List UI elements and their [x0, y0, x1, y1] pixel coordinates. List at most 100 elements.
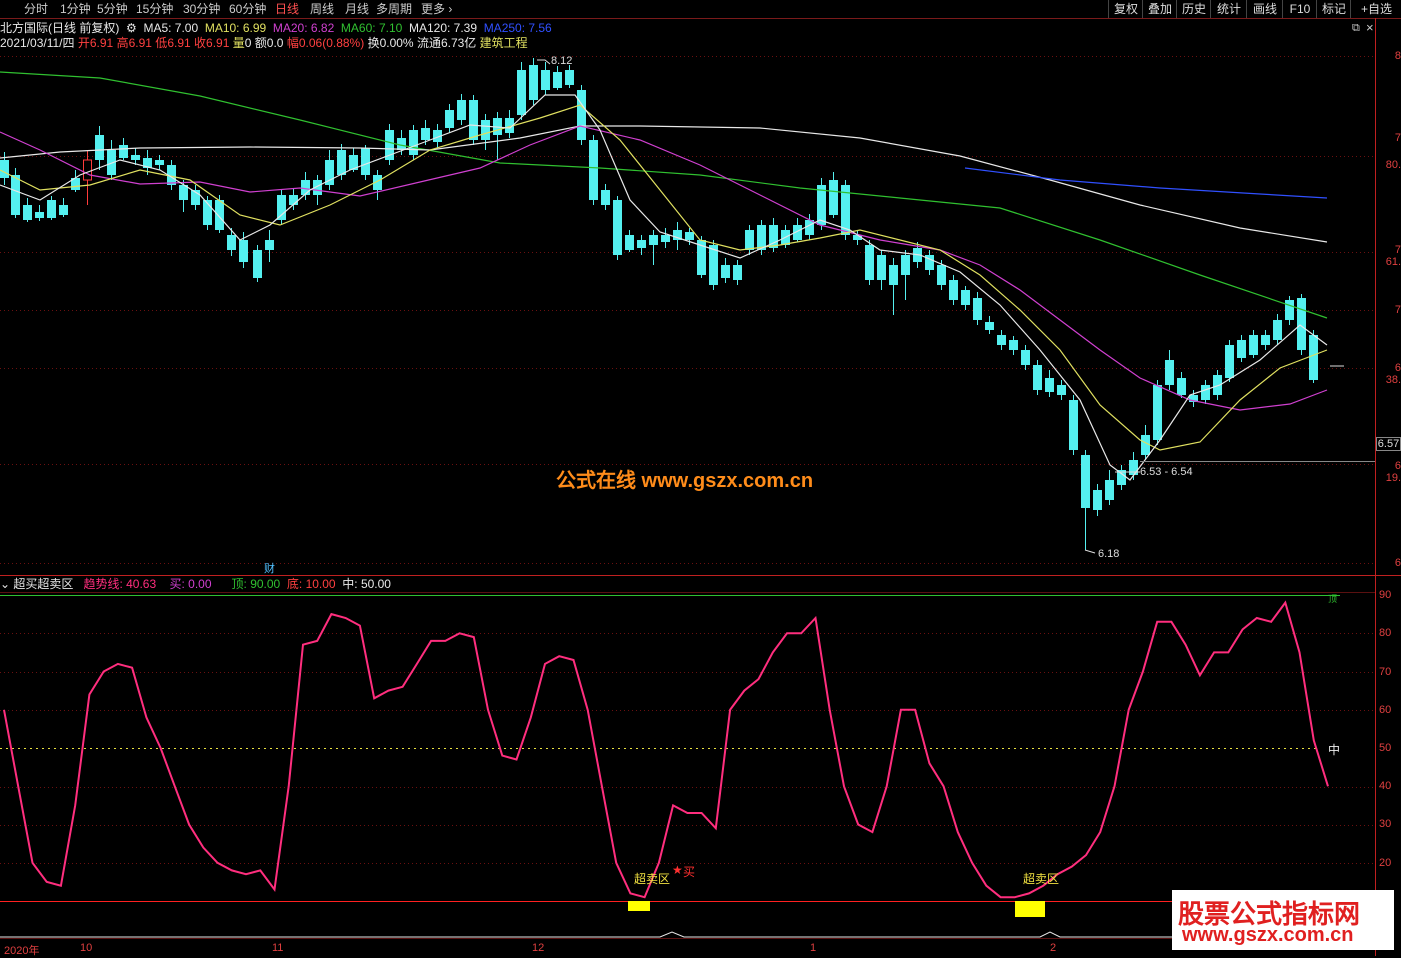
- buy-value: 买: 0.00: [169, 577, 212, 591]
- ma20-line: [0, 125, 1328, 411]
- candle: [277, 190, 286, 225]
- candle-body: [733, 265, 742, 280]
- candle: [925, 250, 934, 275]
- price-tick: 8: [1394, 50, 1401, 62]
- low-price-label: 6.18: [1098, 548, 1120, 560]
- candle: [517, 62, 526, 120]
- candle: [373, 170, 382, 200]
- candle-body: [47, 200, 56, 218]
- candle-body: [649, 235, 658, 245]
- candle: [493, 112, 502, 160]
- candle-body: [1069, 400, 1078, 450]
- candle-body: [1261, 335, 1270, 345]
- candle: [1237, 335, 1246, 362]
- price-tick: 7: [1394, 304, 1401, 316]
- candle-body: [409, 130, 418, 155]
- candle: [625, 230, 634, 252]
- candle: [1273, 314, 1282, 345]
- ind-tick: 70: [1379, 666, 1392, 678]
- candle-body: [59, 205, 68, 215]
- chevron-down-icon[interactable]: ⌄: [0, 577, 10, 591]
- price-tick: 6: [1394, 362, 1401, 374]
- candle-body: [553, 72, 562, 88]
- candle-body: [517, 70, 526, 115]
- candle: [985, 316, 994, 334]
- candle: [961, 286, 970, 310]
- candle-body: [805, 220, 814, 235]
- candle-body: [1105, 480, 1114, 500]
- candle-body: [1249, 335, 1258, 355]
- candle: [541, 62, 550, 95]
- candle: [265, 230, 274, 262]
- finance-marker[interactable]: 财: [264, 560, 275, 576]
- candle: [997, 330, 1006, 350]
- candle-body: [1153, 385, 1162, 440]
- candle: [829, 172, 838, 218]
- price-tick: 61.: [1385, 256, 1401, 268]
- candle-body: [83, 159, 92, 181]
- candle: [673, 222, 682, 250]
- candle: [83, 150, 92, 205]
- candle: [529, 58, 538, 105]
- candle-body: [973, 298, 982, 320]
- candle: [1069, 395, 1078, 455]
- current-price-tag: 6.57: [1376, 437, 1401, 451]
- oversold-bar: [1015, 901, 1045, 917]
- candle-body: [1129, 460, 1138, 475]
- candle: [601, 184, 610, 210]
- ind-tick: 50: [1379, 742, 1392, 754]
- candle: [1033, 360, 1042, 395]
- candle-body: [937, 265, 946, 285]
- close-icon[interactable]: ×: [1366, 20, 1374, 35]
- ma250-line: [964, 167, 1328, 199]
- candle: [733, 260, 742, 285]
- candle: [227, 228, 236, 256]
- candle: [239, 232, 248, 268]
- candle-body: [1237, 340, 1246, 358]
- candle-body: [613, 200, 622, 255]
- indicator-name[interactable]: 超买超卖区: [13, 577, 73, 591]
- candle-body: [901, 255, 910, 275]
- candle-body: [1165, 360, 1174, 385]
- candle-body: [1309, 335, 1318, 380]
- candle-body: [721, 265, 730, 278]
- oversold-bar: [628, 901, 650, 911]
- candle-body: [877, 255, 886, 280]
- star-icon: ★: [672, 863, 683, 877]
- mid-value: 中: 50.00: [342, 577, 391, 591]
- restore-icon[interactable]: ⧉: [1352, 22, 1360, 35]
- ma5-line: [0, 94, 1328, 481]
- candle-body: [1201, 385, 1210, 400]
- ind-tick: 30: [1379, 818, 1392, 830]
- candle-body: [577, 90, 586, 140]
- ma10-line: [0, 104, 1328, 451]
- candle: [1225, 340, 1234, 382]
- price-tick: 6: [1394, 460, 1401, 472]
- candle-body: [445, 110, 454, 128]
- price-tick: 7: [1394, 244, 1401, 256]
- buy-signal-line: [0, 931, 1375, 938]
- range-label: 6.53 - 6.54: [1140, 466, 1193, 478]
- price-tick: 7: [1394, 132, 1401, 144]
- candle-body: [239, 240, 248, 262]
- candle: [1297, 294, 1306, 355]
- candle-body: [1141, 435, 1150, 455]
- candle-body: [1297, 298, 1306, 350]
- candle: [1165, 350, 1174, 390]
- x-tick: 10: [80, 942, 93, 954]
- candle: [949, 275, 958, 305]
- candle-body: [0, 160, 9, 178]
- candle: [1153, 380, 1162, 445]
- candle: [661, 228, 670, 248]
- candle-body: [661, 235, 670, 242]
- candle: [697, 236, 706, 278]
- candle-body: [1285, 300, 1294, 320]
- candle-body: [1009, 340, 1018, 350]
- buy-signal-label: 买: [683, 865, 696, 879]
- candle: [131, 148, 140, 165]
- candle: [1093, 484, 1102, 516]
- ind-tick: 40: [1379, 780, 1392, 792]
- candle: [721, 258, 730, 283]
- candle: [973, 292, 982, 325]
- oversold-zone-label: 超卖区: [1023, 872, 1060, 886]
